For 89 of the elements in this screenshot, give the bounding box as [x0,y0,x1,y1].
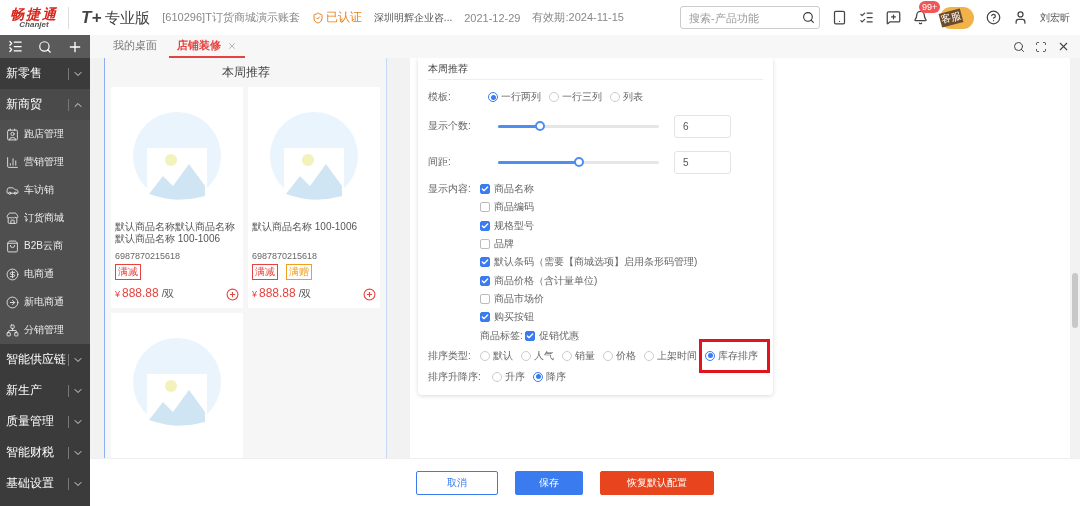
search-icon[interactable] [37,39,52,54]
radio-option[interactable]: 价格 [603,348,636,363]
network-icon [6,323,19,337]
checkbox-option[interactable]: 商品价格（含计量单位) [480,271,698,290]
promo-tag: 满减 [115,264,141,280]
sidebar-item[interactable]: 电商通 [0,260,90,288]
footer-button[interactable]: 取消 [416,470,498,495]
checkbox-option[interactable]: 商品编码 [480,198,698,217]
sidebar-item[interactable]: 车访销 [0,176,90,204]
menu-icon[interactable] [7,39,23,54]
bar-chart-icon [6,155,19,169]
sidebar-group[interactable]: 新商贸 [0,89,90,120]
slider-thumb[interactable] [573,156,584,167]
field-label: 显示内容: [428,182,472,196]
sidebar-item[interactable]: 新电商通 [0,288,90,316]
mascot-button[interactable]: 客服 [940,6,974,29]
field-label: 商品标签: [480,328,524,343]
checkbox-option[interactable]: 商品市场价 [480,289,698,309]
panel-title: 本周推荐 [428,58,763,80]
user-icon[interactable] [1013,10,1028,25]
field-label: 间距: [428,155,452,169]
product-name: T+ [81,7,102,28]
help-icon[interactable] [986,10,1001,25]
radio-option[interactable]: 列表 [610,90,643,104]
sidebar-item[interactable]: 订货商城 [0,204,90,232]
footer-button[interactable]: 保存 [515,470,583,495]
checkbox-option[interactable]: 默认条码（需要【商城选项】启用条形码管理) [480,253,698,272]
number-input[interactable]: 5 [674,150,731,174]
sidebar-item[interactable]: 分销管理 [0,316,90,344]
slider-track[interactable] [498,124,659,128]
search-field[interactable]: 搜索-产品功能 [680,6,820,29]
message-icon[interactable] [886,10,901,25]
radio-option[interactable]: 降序 [533,369,566,384]
footer-button[interactable]: 恢复默认配置 [600,470,714,495]
add-icon[interactable] [226,288,239,301]
contact-card-icon [6,127,19,141]
account-name: [610296]T订货商城演示账套 [162,10,300,25]
checkbox-option[interactable]: 促销优惠 [525,326,579,345]
product-name: 默认商品名称 100-1006 [252,221,359,234]
promo-tag: 满赠 [286,264,312,280]
user-name: 刘宏昕 [1040,10,1070,25]
close-icon[interactable] [1057,40,1070,53]
radio-option[interactable]: 上架时间 [644,348,697,363]
field-label: 排序升降序: [428,369,482,384]
checkbox-option[interactable]: 品牌 [480,234,698,254]
tablet-icon[interactable] [832,10,847,25]
number-input[interactable]: 6 [674,114,731,138]
validity-text: 有效期:2024-11-15 [532,10,624,25]
checkbox-option[interactable]: 商品名称 [480,180,698,199]
bell-icon[interactable] [913,10,928,25]
checkbox-option[interactable]: 规格型号 [480,216,698,235]
checkbox-option[interactable]: 购买按钮 [480,308,698,327]
radio-option[interactable]: 默认 [480,348,513,363]
search-icon[interactable] [802,11,815,24]
product-price: ¥ 888.88 /双 [252,285,312,301]
product-barcode: 6987870215618 [252,251,319,261]
radio-option[interactable]: 人气 [521,348,554,363]
notification-badge: 99+ [919,1,941,13]
sidebar-item[interactable]: 营销管理 [0,148,90,176]
field-label: 显示个数: [428,119,472,133]
radio-option[interactable]: 一行两列 [488,90,541,104]
radio-option[interactable]: 库存排序 [705,348,758,363]
storefront-icon [6,211,19,225]
company-name: 深圳明辉企业咨... [373,10,453,25]
checklist-icon[interactable] [859,10,874,25]
slider-thumb[interactable] [534,120,545,131]
radio-option[interactable]: 一行三列 [549,90,602,104]
radio-option[interactable]: 销量 [562,348,595,363]
promo-tag: 满减 [252,264,278,280]
sidebar-item[interactable]: 跑店管理 [0,120,90,148]
fullscreen-icon[interactable] [1035,40,1047,53]
verified-badge: 已认证 [311,9,362,26]
edition-label: 专业版 [105,8,151,28]
slider-track[interactable] [498,160,659,164]
radio-option[interactable]: 升序 [492,369,525,384]
logo: 畅捷通 Chanjet [10,6,69,29]
product-name: 默认商品名称默认商品名称默认商品名称 100-1006 [115,221,236,246]
product-price: ¥ 888.88 /双 [115,285,175,301]
product-barcode: 6987870215618 [115,251,182,261]
field-label: 排序类型: [428,348,472,363]
shopping-bag-icon [6,239,19,253]
search-icon[interactable] [1013,40,1025,53]
tab[interactable]: 我的桌面 [105,35,165,58]
add-icon[interactable] [363,288,376,301]
coin-icon [6,267,19,281]
date-text: 2021-12-29 [464,11,521,24]
field-label: 模板: [428,90,452,104]
sidebar-item[interactable]: B2B云商 [0,232,90,260]
section-title: 本周推荐 [220,64,271,81]
